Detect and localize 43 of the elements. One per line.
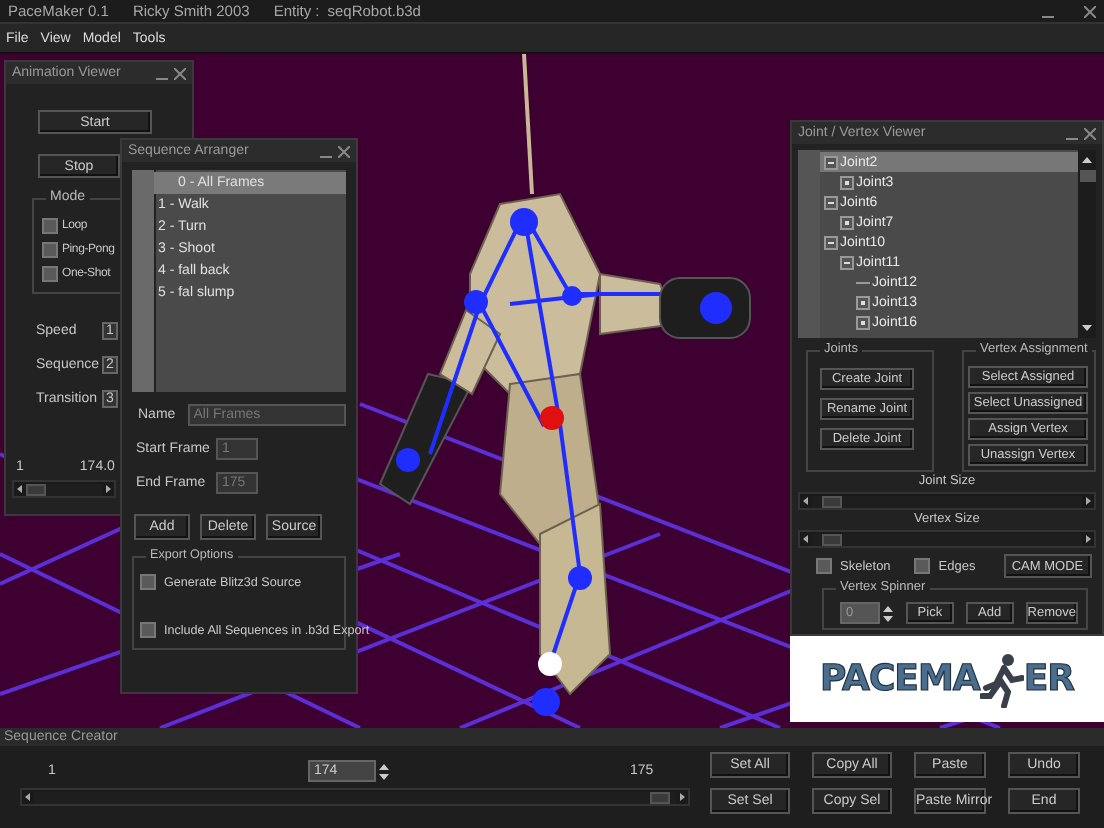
expand-icon[interactable] — [856, 295, 870, 309]
left-arrow-icon[interactable] — [800, 494, 812, 508]
collapse-icon[interactable] — [824, 195, 838, 209]
right-arrow-icon[interactable] — [1082, 494, 1094, 508]
frame-slider[interactable] — [12, 480, 116, 498]
slider-thumb[interactable] — [26, 483, 46, 495]
collapse-icon[interactable] — [824, 155, 838, 169]
checkbox[interactable] — [140, 574, 156, 590]
slider-thumb[interactable] — [822, 495, 842, 507]
scrollbar[interactable] — [1078, 150, 1096, 338]
size-slider[interactable] — [798, 530, 1096, 548]
slider-thumb[interactable] — [822, 533, 842, 545]
spinner-arrows-icon[interactable] — [378, 761, 390, 781]
close-icon[interactable] — [174, 67, 186, 79]
checkbox[interactable] — [42, 242, 58, 258]
left-arrow-icon[interactable] — [800, 532, 812, 546]
checkbox[interactable] — [42, 266, 58, 282]
checkbox[interactable] — [42, 218, 58, 234]
up-arrow-icon[interactable] — [1080, 154, 1094, 166]
collapse-icon[interactable] — [840, 255, 854, 269]
down-arrow-icon[interactable] — [1080, 322, 1094, 334]
right-arrow-icon[interactable] — [676, 790, 688, 804]
close-icon[interactable] — [1084, 5, 1096, 17]
right-arrow-icon[interactable] — [102, 482, 114, 496]
checkbox[interactable] — [816, 558, 832, 574]
left-arrow-icon[interactable] — [14, 482, 26, 496]
scrollbar-thumb[interactable] — [1079, 170, 1095, 182]
close-icon[interactable] — [1084, 127, 1096, 139]
left-arrow-icon[interactable] — [22, 790, 34, 804]
close-icon[interactable] — [338, 145, 350, 157]
runner-icon — [979, 651, 1024, 707]
frame-slider[interactable] — [20, 788, 690, 806]
expand-icon[interactable] — [840, 175, 854, 189]
slider-thumb[interactable] — [649, 791, 670, 803]
expand-icon[interactable] — [840, 215, 854, 229]
logo: PACEMA ER — [790, 636, 1104, 722]
checkbox[interactable] — [140, 622, 156, 638]
size-slider[interactable] — [798, 492, 1096, 510]
expand-icon[interactable] — [856, 315, 870, 329]
collapse-icon[interactable] — [824, 235, 838, 249]
checkbox[interactable] — [914, 558, 931, 574]
right-arrow-icon[interactable] — [1082, 532, 1094, 546]
spinner-arrows-icon[interactable] — [882, 603, 894, 623]
